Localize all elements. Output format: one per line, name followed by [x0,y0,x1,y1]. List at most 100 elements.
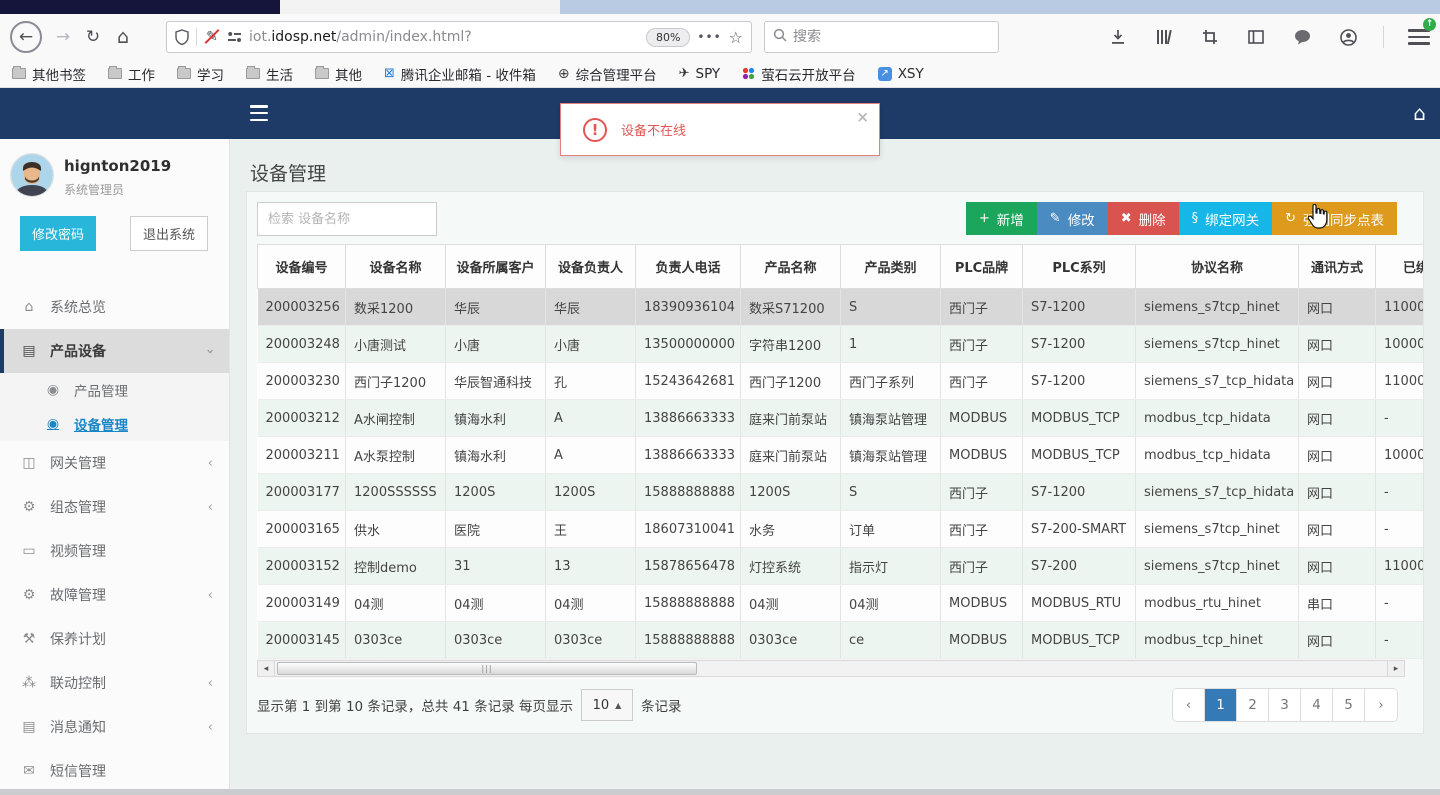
sidebar-item-短信管理[interactable]: ✉ 短信管理 [0,749,229,793]
page-button-4[interactable]: 4 [1301,689,1333,721]
bookmark-item[interactable]: 其他书签 [12,64,86,84]
home-button[interactable]: ⌂ [108,22,138,52]
alert-close-icon[interactable]: × [856,108,869,126]
table-cell: A水泵控制 [345,436,446,474]
plus-icon: + [978,211,990,226]
back-button[interactable]: ← [10,21,42,53]
table-cell: MODBUS_TCP [1022,399,1136,437]
sidebar-item-故障管理[interactable]: ⚙ 故障管理 ‹ [0,573,229,617]
bookmark-star-icon[interactable]: ☆ [729,28,743,47]
refresh-action-button[interactable]: ↻ 强制同步点表 [1272,202,1397,235]
avatar[interactable] [10,153,54,197]
table-row[interactable]: 200003145 0303ce 0303ce 0303ce 15888888888 03… [257,621,1423,659]
prev-page-button[interactable]: ‹ [1173,689,1205,721]
bookmark-item[interactable]: 其他 [315,64,362,84]
table-row[interactable]: 200003165 供水 医院王 18607310041 水务 订单 西门子 S7-200-S… [257,510,1423,548]
sidebar-item-视频管理[interactable]: ▭ 视频管理 [0,529,229,573]
active-tab[interactable] [280,0,560,14]
table-row[interactable]: 200003248 小唐测试 小唐 小唐 13500000000 字符串1200 1 西门子 S… [257,325,1423,363]
table-actions: + 新增 ✎ 修改 ✖ 删除 § 绑定网关 ↻ 强制同步点表 [965,202,1397,235]
table-row[interactable]: 200003152 控制demo 31 13 15878656478 灯控系统 指示灯 西门子… [257,547,1423,585]
sidebar-item-产品设备[interactable]: ▤ 产品设备 ‹ [0,329,229,373]
scrollbar-track[interactable]: ||| [275,661,1387,676]
table-row[interactable]: 200003256 数采1200 华辰 华辰 18390936104 数采S71200 S 西… [257,288,1423,326]
sidebar-item-label: 短信管理 [50,764,106,780]
page-button-2[interactable]: 2 [1237,689,1269,721]
table-cell: S7-200 [1022,547,1136,585]
library-icon[interactable] [1153,26,1175,48]
browser-search-bar[interactable] [764,21,999,53]
horizontal-scrollbar[interactable]: ◂ ||| ▸ [257,660,1405,677]
table-cell: 04测 [345,584,446,622]
column-header: 产品名称 [740,244,841,289]
table-cell: MODBUS [940,584,1023,622]
table-cell: 200003212 [257,399,346,437]
sidebar-item-保养计划[interactable]: ⚒ 保养计划 [0,617,229,661]
device-search-input[interactable] [257,202,437,236]
sidebar-item-组态管理[interactable]: ⚙ 组态管理 ‹ [0,485,229,529]
table-cell: 供水 [345,510,446,548]
sidebar-item-产品管理[interactable]: ◉ 产品管理 [0,373,229,407]
sidebar-item-联动控制[interactable]: ⁂ 联动控制 ‹ [0,661,229,705]
url-bar[interactable]: ✎ iot.idosp.net/admin/index.html? 80% ••… [166,21,752,53]
sidebar-item-消息通知[interactable]: ▤ 消息通知 ‹ [0,705,229,749]
table-row[interactable]: 200003177 1200SSSSSS 1200S 1200S 15888888888… [257,473,1423,511]
menu-hamburger-icon[interactable]: ↑ [1408,18,1436,48]
bookmark-item[interactable]: ⊕ 综合管理平台 [558,64,657,84]
page-button-1[interactable]: 1 [1205,689,1237,721]
browser-search-input[interactable] [793,29,990,45]
forward-button[interactable]: → [48,22,78,52]
scrollbar-thumb[interactable]: ||| [277,662,697,675]
chat-bubble-icon[interactable] [1291,26,1313,48]
sidebar-item-系统总览[interactable]: ⌂ 系统总览 [0,285,229,329]
edit-blocked-icon[interactable]: ✎ [204,29,220,45]
app-home-icon[interactable]: ⌂ [1413,101,1426,125]
bookmark-item[interactable]: ↗ XSY [877,66,924,82]
table-row[interactable]: 200003149 04测 04测 04测 15888888888 04测 04测 MODBU… [257,584,1423,622]
url-text[interactable]: iot.idosp.net/admin/index.html? [249,29,639,45]
link-icon: § [1191,211,1199,226]
page-button-3[interactable]: 3 [1269,689,1301,721]
bookmark-item[interactable]: 生活 [246,64,293,84]
bookmark-item[interactable]: 学习 [177,64,224,84]
tracking-shield-icon[interactable] [175,29,189,45]
table-row[interactable]: 200003211 A水泵控制 镇海水利 A 13886663333 庭来门前泵站 镇海泵站… [257,436,1423,474]
table-row[interactable]: 200003230 西门子1200 华辰智通科技孔 15243642681 西门子120… [257,362,1423,400]
plus-action-button[interactable]: + 新增 [965,202,1037,235]
permissions-icon[interactable] [227,30,242,44]
column-header: PLC系列 [1022,244,1136,289]
tencent-mail-icon: ⊠ [384,66,395,81]
logout-button[interactable]: 退出系统 [130,216,209,251]
table-row[interactable]: 200003212 A水闸控制 镇海水利 A 13886663333 庭来门前泵站 镇海泵站… [257,399,1423,437]
scroll-right-arrow[interactable]: ▸ [1387,661,1404,676]
page-size-select[interactable]: 10 ▲ [580,689,633,721]
link-action-button[interactable]: § 绑定网关 [1178,202,1273,235]
zoom-level-badge[interactable]: 80% [645,27,691,47]
account-icon[interactable] [1337,26,1359,48]
page-button-5[interactable]: 5 [1333,689,1365,721]
table-cell: 华辰 [545,288,636,326]
folder-icon [108,66,122,79]
change-password-button[interactable]: 修改密码 [20,216,97,251]
table-cell: 13886663333 [635,399,741,437]
sidebar-item-设备管理[interactable]: ◉ 设备管理 [0,407,229,441]
bookmark-item[interactable]: 萤石云开放平台 [742,64,856,84]
table-cell: 网口 [1298,325,1376,363]
sidebar-toggle-icon[interactable] [250,105,268,121]
screenshot-crop-icon[interactable] [1199,26,1221,48]
next-page-button[interactable]: › [1365,689,1397,721]
refresh-icon: ↻ [1285,211,1296,226]
refresh-button[interactable]: ↻ [78,22,108,52]
bookmark-item[interactable]: 工作 [108,64,155,84]
chevron-left-icon: ‹ [207,587,213,603]
page-actions-icon[interactable]: ••• [697,30,721,44]
downloads-icon[interactable] [1107,26,1129,48]
book-icon: ▤ [22,719,36,735]
pencil-action-button[interactable]: ✎ 修改 [1036,202,1108,235]
bookmark-item[interactable]: ✈ SPY [679,66,721,82]
sidebars-icon[interactable] [1245,26,1267,48]
bookmark-item[interactable]: ⊠ 腾讯企业邮箱 - 收件箱 [384,64,536,84]
sidebar-item-网关管理[interactable]: ◫ 网关管理 ‹ [0,441,229,485]
cross-action-button[interactable]: ✖ 删除 [1107,202,1179,235]
scroll-left-arrow[interactable]: ◂ [258,661,275,676]
